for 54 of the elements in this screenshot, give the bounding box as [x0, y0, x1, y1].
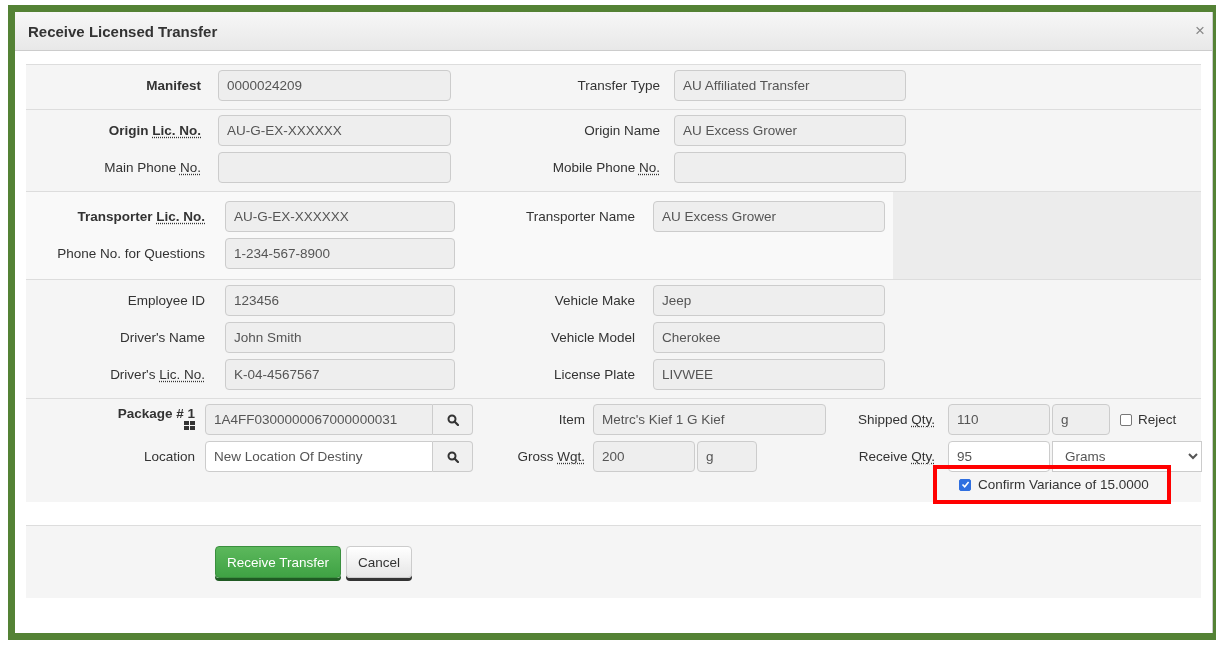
unit-field: g [697, 441, 757, 472]
checkbox[interactable] [1120, 413, 1132, 426]
text-field[interactable] [218, 152, 451, 183]
field-label: Receive Qty. [857, 449, 935, 464]
text-field[interactable]: LIVWEE [653, 359, 885, 390]
text-field[interactable]: AU Excess Grower [653, 201, 885, 232]
field-label: License Plate [552, 367, 635, 382]
field-label: Driver's Name [118, 330, 205, 345]
text-field[interactable]: 1A4FF0300000067000000031 [205, 404, 433, 435]
search-icon [446, 450, 459, 463]
search-icon [446, 413, 459, 426]
text-field[interactable]: 0000024209 [218, 70, 451, 101]
grid-icon[interactable] [184, 421, 195, 431]
field-label: Item [557, 412, 585, 427]
text-field[interactable]: AU Affiliated Transfer [674, 70, 906, 101]
text-field[interactable]: New Location Of Destiny [205, 441, 433, 472]
search-button[interactable] [433, 441, 473, 472]
text-field[interactable]: 1-234-567-8900 [225, 238, 455, 269]
field-label: Vehicle Model [549, 330, 635, 345]
field-label: Origin Name [583, 123, 660, 138]
text-field[interactable] [674, 152, 906, 183]
text-field[interactable]: Metrc's Kief 1 G Kief [593, 404, 826, 435]
field-label: Package # 1 [117, 406, 195, 421]
field-label: Shipped Qty. [856, 412, 935, 427]
field-label: Location [142, 449, 195, 464]
text-field[interactable]: K-04-4567567 [225, 359, 455, 390]
field-label: Transporter Lic. No. [76, 209, 205, 224]
field-label: Transporter Name [524, 209, 635, 224]
text-field[interactable]: AU-G-EX-XXXXXX [218, 115, 451, 146]
text-field[interactable]: 110 [948, 404, 1050, 435]
dialog-title: Receive Licensed Transfer [28, 22, 218, 40]
text-field[interactable]: AU-G-EX-XXXXXX [225, 201, 455, 232]
field-label: Main Phone No. [103, 160, 201, 175]
field-label: Phone No. for Questions [56, 246, 205, 261]
search-button[interactable] [433, 404, 473, 435]
text-field[interactable]: AU Excess Grower [674, 115, 906, 146]
field-label: Mobile Phone No. [551, 160, 660, 175]
field-label: Origin Lic. No. [107, 123, 201, 138]
field-label: Transfer Type [576, 78, 660, 93]
unit-field: g [1052, 404, 1110, 435]
cancel-button[interactable]: Cancel [346, 546, 413, 578]
field-label: Employee ID [126, 293, 205, 308]
text-field[interactable]: 123456 [225, 285, 455, 316]
checkbox[interactable] [959, 478, 971, 491]
field-label: Vehicle Make [553, 293, 635, 308]
text-field[interactable]: Jeep [653, 285, 885, 316]
field-label: Driver's Lic. No. [109, 367, 205, 382]
text-field[interactable]: John Smith [225, 322, 455, 353]
checkbox-label: Confirm Variance of 15.0000 [978, 477, 1149, 492]
text-field[interactable]: Cherokee [653, 322, 885, 353]
text-field[interactable]: 200 [593, 441, 695, 472]
field-label: Manifest [145, 78, 201, 93]
field-label: Gross Wgt. [516, 449, 585, 464]
checkbox-label: Reject [1138, 412, 1177, 427]
